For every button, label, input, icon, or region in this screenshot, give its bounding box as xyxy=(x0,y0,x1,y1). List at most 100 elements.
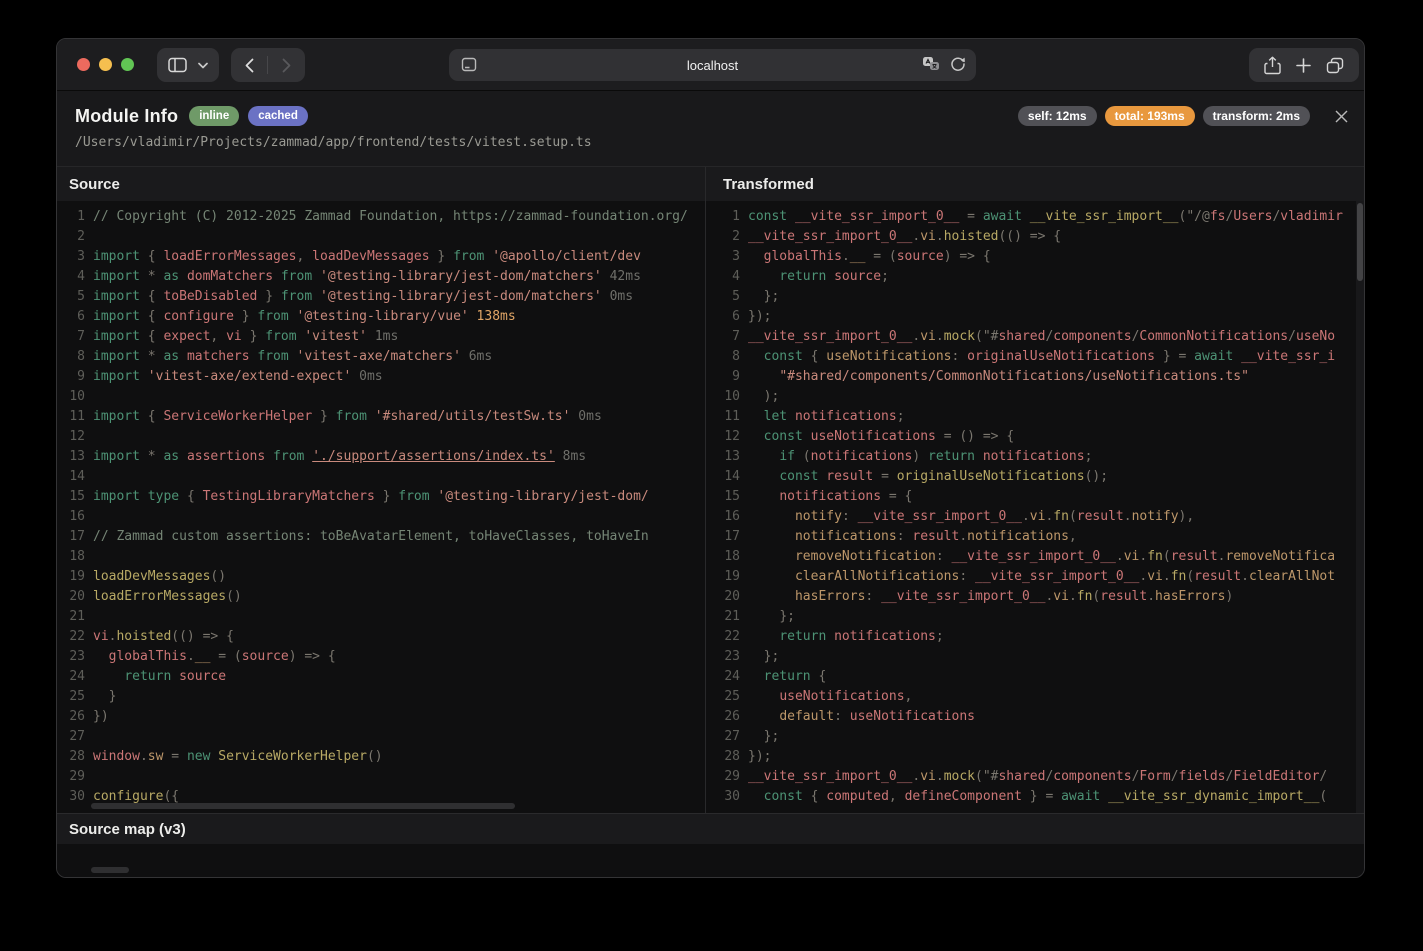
module-stat-badge: total: 193ms xyxy=(1104,106,1195,126)
line-number: 20 xyxy=(724,589,740,604)
browser-window: localhost Module Info inline cached self… xyxy=(56,38,1365,878)
line-number: 4 xyxy=(77,269,85,284)
line-number: 12 xyxy=(69,429,85,444)
line-number: 6 xyxy=(77,309,85,324)
code-line: 20 hasErrors: __vite_ssr_import_0__.vi.f… xyxy=(706,587,1364,607)
module-stats: self: 12ms total: 193ms transform: 2ms xyxy=(1017,106,1310,126)
code-line: 3 globalThis.__ = (source) => { xyxy=(706,247,1364,267)
code-line: 29 xyxy=(57,767,705,787)
source-code[interactable]: 1// Copyright (C) 2012-2025 Zammad Found… xyxy=(57,201,705,813)
code-line: 1 const __vite_ssr_import_0__ = await __v… xyxy=(706,207,1364,227)
code-line: 1// Copyright (C) 2012-2025 Zammad Found… xyxy=(57,207,705,227)
line-number: 25 xyxy=(724,689,740,704)
transformed-scrollbar-thumb[interactable] xyxy=(1357,203,1363,281)
code-line: 15 import type { TestingLibraryMatchers }… xyxy=(57,487,705,507)
source-pane: Source 1// Copyright (C) 2012-2025 Zamma… xyxy=(57,167,705,813)
code-line: 21 xyxy=(57,607,705,627)
code-line: 22 vi.hoisted(() => { xyxy=(57,627,705,647)
line-number: 16 xyxy=(724,509,740,524)
code-line: 3 import { loadErrorMessages, loadDevMess… xyxy=(57,247,705,267)
url-text: localhost xyxy=(686,57,739,73)
line-number: 3 xyxy=(732,249,740,264)
module-info-header: Module Info inline cached self: 12ms total… xyxy=(57,91,1364,167)
code-line: 25 } xyxy=(57,687,705,707)
code-line: 6 import { configure } from '@testing-lib… xyxy=(57,307,705,327)
code-line: 18 removeNotification: __vite_ssr_import… xyxy=(706,547,1364,567)
window-minimize-button[interactable] xyxy=(99,58,112,71)
code-line: 12 xyxy=(57,427,705,447)
line-number: 23 xyxy=(724,649,740,664)
line-number: 22 xyxy=(69,629,85,644)
address-bar[interactable]: localhost xyxy=(449,49,976,81)
code-line: 8 import * as matchers from 'vitest-axe/m… xyxy=(57,347,705,367)
source-pane-header: Source xyxy=(57,167,705,201)
reload-icon[interactable] xyxy=(950,56,966,72)
code-line: 26}) xyxy=(57,707,705,727)
module-badge: inline xyxy=(189,106,240,126)
page-title: Module Info xyxy=(75,105,179,126)
window-close-button[interactable] xyxy=(77,58,90,71)
forward-button[interactable] xyxy=(268,48,304,82)
line-number: 8 xyxy=(77,349,85,364)
module-link[interactable]: './support/assertions/index.ts' xyxy=(312,449,555,464)
new-tab-icon[interactable] xyxy=(1296,57,1311,73)
close-button[interactable] xyxy=(1332,107,1350,125)
line-number: 5 xyxy=(732,289,740,304)
screen: localhost Module Info inline cached self… xyxy=(0,0,1423,951)
line-number: 4 xyxy=(732,269,740,284)
line-number: 15 xyxy=(724,489,740,504)
code-line: 27 }; xyxy=(706,727,1364,747)
code-line: 9 "#shared/components/CommonNotification… xyxy=(706,367,1364,387)
toolbar-actions xyxy=(1249,48,1359,82)
code-line: 17 notifications: result.notifications, xyxy=(706,527,1364,547)
code-line: 9 import 'vitest-axe/extend-expect' 0ms xyxy=(57,367,705,387)
sidebar-toggle-button[interactable] xyxy=(157,48,219,82)
code-line: 29 __vite_ssr_import_0__.vi.mock("#shared… xyxy=(706,767,1364,787)
code-line: 25 useNotifications, xyxy=(706,687,1364,707)
line-number: 23 xyxy=(69,649,85,664)
line-number: 12 xyxy=(724,429,740,444)
module-path: /Users/vladimir/Projects/zammad/app/fron… xyxy=(75,135,592,150)
code-line: 11 let notifications; xyxy=(706,407,1364,427)
code-line: 16 xyxy=(57,507,705,527)
module-badge: cached xyxy=(248,106,308,126)
code-line: 11 import { ServiceWorkerHelper } from '#… xyxy=(57,407,705,427)
line-number: 10 xyxy=(724,389,740,404)
line-number: 9 xyxy=(77,369,85,384)
close-icon xyxy=(1335,110,1347,122)
line-number: 21 xyxy=(69,609,85,624)
back-button[interactable] xyxy=(231,48,267,82)
code-line: 13 if (notifications) return notificatio… xyxy=(706,447,1364,467)
code-line: 4 return source; xyxy=(706,267,1364,287)
line-number: 2 xyxy=(77,229,85,244)
line-number: 13 xyxy=(724,449,740,464)
code-line: 19 clearAllNotifications: __vite_ssr_imp… xyxy=(706,567,1364,587)
line-number: 17 xyxy=(724,529,740,544)
code-line: 23 }; xyxy=(706,647,1364,667)
line-number: 14 xyxy=(69,469,85,484)
back-icon xyxy=(245,58,253,72)
code-line: 24 return source xyxy=(57,667,705,687)
source-horizontal-scrollbar[interactable] xyxy=(91,803,515,809)
code-line: 6}); xyxy=(706,307,1364,327)
code-line: 2 __vite_ssr_import_0__.vi.hoisted(() => … xyxy=(706,227,1364,247)
sourcemap-horizontal-scrollbar[interactable] xyxy=(91,867,129,873)
tabs-overview-icon[interactable] xyxy=(1326,57,1344,74)
line-number: 7 xyxy=(77,329,85,344)
line-number: 24 xyxy=(724,669,740,684)
share-icon[interactable] xyxy=(1264,56,1281,75)
line-number: 27 xyxy=(724,729,740,744)
translate-icon[interactable] xyxy=(922,56,940,72)
line-number: 7 xyxy=(732,329,740,344)
forward-icon xyxy=(282,58,290,72)
line-number: 8 xyxy=(732,349,740,364)
window-zoom-button[interactable] xyxy=(121,58,134,71)
transformed-code[interactable]: 1 const __vite_ssr_import_0__ = await __v… xyxy=(706,201,1364,813)
chevron-down-icon xyxy=(198,62,208,68)
sidebar-icon xyxy=(168,57,187,73)
code-line: 21 }; xyxy=(706,607,1364,627)
line-number: 17 xyxy=(69,529,85,544)
code-line: 20 loadErrorMessages() xyxy=(57,587,705,607)
nav-buttons xyxy=(231,48,305,82)
code-line: 14 xyxy=(57,467,705,487)
